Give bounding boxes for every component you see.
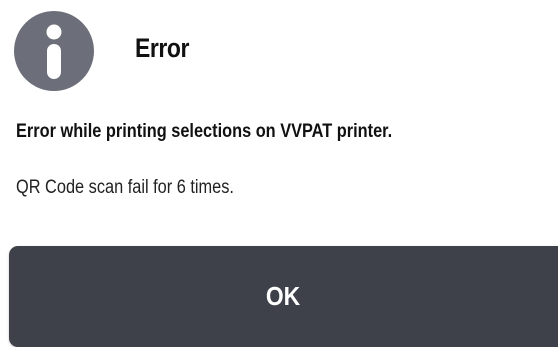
error-message-detail: QR Code scan fail for 6 times.: [16, 177, 234, 198]
error-dialog: Error Error while printing selections on…: [0, 0, 558, 347]
ok-button-label: OK: [265, 281, 301, 311]
error-message-heading: Error while printing selections on VVPAT…: [16, 121, 393, 142]
dialog-title: Error: [135, 33, 190, 63]
info-icon: [14, 11, 94, 91]
ok-button[interactable]: OK: [9, 246, 558, 347]
